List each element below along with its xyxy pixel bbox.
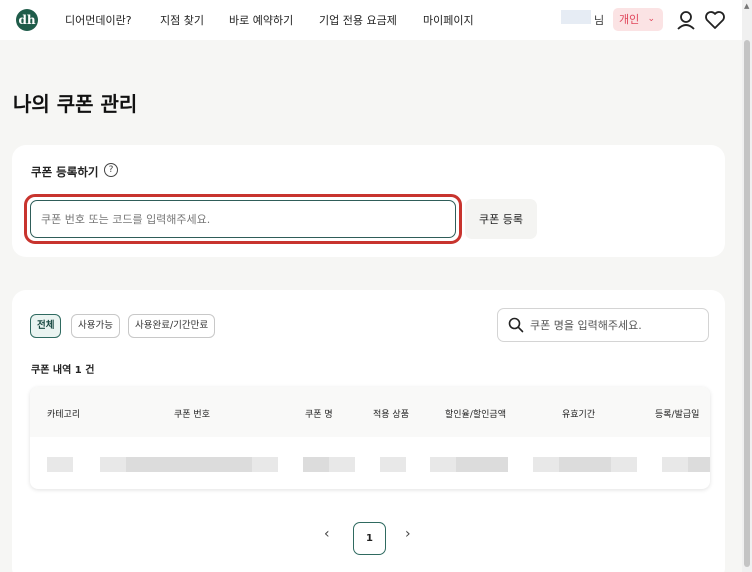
user-name-redacted bbox=[561, 10, 591, 24]
column-header-applicable-product: 적용 상품 bbox=[373, 410, 409, 420]
user-suffix: 님 bbox=[594, 14, 605, 27]
redacted-coupon-name bbox=[303, 457, 329, 472]
nav-book-now[interactable]: 바로 예약하기 bbox=[229, 12, 293, 28]
logo[interactable]: dh bbox=[16, 9, 38, 31]
redacted-coupon-name bbox=[329, 457, 355, 472]
next-page-button[interactable]: › bbox=[405, 526, 411, 542]
coupon-search-input[interactable] bbox=[530, 310, 700, 340]
register-title: 쿠폰 등록하기 bbox=[31, 165, 99, 179]
table-header: 카테고리 쿠폰 번호 쿠폰 명 적용 상품 할인율/할인금액 유효기간 등록/발… bbox=[30, 387, 710, 437]
redacted-validity bbox=[611, 457, 637, 472]
coupon-code-input[interactable] bbox=[30, 200, 456, 238]
filter-tab-all[interactable]: 전체 bbox=[30, 314, 62, 338]
filter-tab-available[interactable]: 사용가능 bbox=[71, 314, 120, 338]
user-icon[interactable] bbox=[674, 8, 698, 32]
heart-icon[interactable] bbox=[703, 8, 727, 32]
account-type-label: 개인 bbox=[619, 13, 640, 26]
redacted-coupon-number bbox=[126, 457, 252, 472]
nav-find-branch[interactable]: 지점 찾기 bbox=[160, 12, 204, 28]
coupon-search-box[interactable] bbox=[497, 308, 709, 342]
filter-tab-used-expired[interactable]: 사용완료/기간만료 bbox=[128, 314, 216, 338]
redacted-validity bbox=[559, 457, 611, 472]
column-header-coupon-number: 쿠폰 번호 bbox=[174, 410, 210, 420]
coupon-table: 카테고리 쿠폰 번호 쿠폰 명 적용 상품 할인율/할인금액 유효기간 등록/발… bbox=[30, 387, 710, 489]
vertical-scrollbar[interactable]: ▲ bbox=[742, 0, 752, 572]
column-header-validity: 유효기간 bbox=[562, 410, 596, 420]
column-header-issue-date: 등록/발급일 bbox=[655, 410, 700, 420]
redacted-validity bbox=[533, 457, 559, 472]
column-header-discount: 할인율/할인금액 bbox=[445, 410, 506, 420]
scrollbar-thumb[interactable] bbox=[744, 40, 750, 567]
coupon-history-count: 쿠폰 내역 1 건 bbox=[31, 365, 95, 376]
redacted-issue-date bbox=[688, 457, 710, 472]
redacted-issue-date bbox=[662, 457, 688, 472]
redacted-coupon-number bbox=[252, 457, 278, 472]
redacted-discount bbox=[430, 457, 456, 472]
redacted-applicable-product bbox=[380, 457, 406, 472]
column-header-category: 카테고리 bbox=[47, 410, 81, 420]
column-header-coupon-name: 쿠폰 명 bbox=[305, 410, 333, 420]
nav-about[interactable]: 디어먼데이란? bbox=[65, 12, 132, 28]
redacted-coupon-number bbox=[100, 457, 126, 472]
register-coupon-button[interactable]: 쿠폰 등록 bbox=[465, 199, 537, 239]
nav-mypage[interactable]: 마이페이지 bbox=[423, 12, 474, 28]
scroll-up-icon[interactable]: ▲ bbox=[744, 2, 749, 10]
redacted-discount bbox=[456, 457, 508, 472]
top-header: dh 디어먼데이란? 지점 찾기 바로 예약하기 기업 전용 요금제 마이페이지… bbox=[0, 0, 742, 40]
redacted-category bbox=[47, 457, 73, 472]
account-type-dropdown[interactable]: 개인 ⌄ bbox=[613, 8, 663, 31]
search-icon bbox=[508, 317, 524, 333]
page-button-current[interactable]: 1 bbox=[353, 522, 386, 555]
chevron-down-icon: ⌄ bbox=[647, 14, 655, 24]
prev-page-button[interactable]: ‹ bbox=[324, 526, 330, 542]
help-icon[interactable]: ? bbox=[104, 163, 118, 177]
page-title: 나의 쿠폰 관리 bbox=[13, 92, 138, 116]
nav-corporate-plan[interactable]: 기업 전용 요금제 bbox=[319, 12, 397, 28]
